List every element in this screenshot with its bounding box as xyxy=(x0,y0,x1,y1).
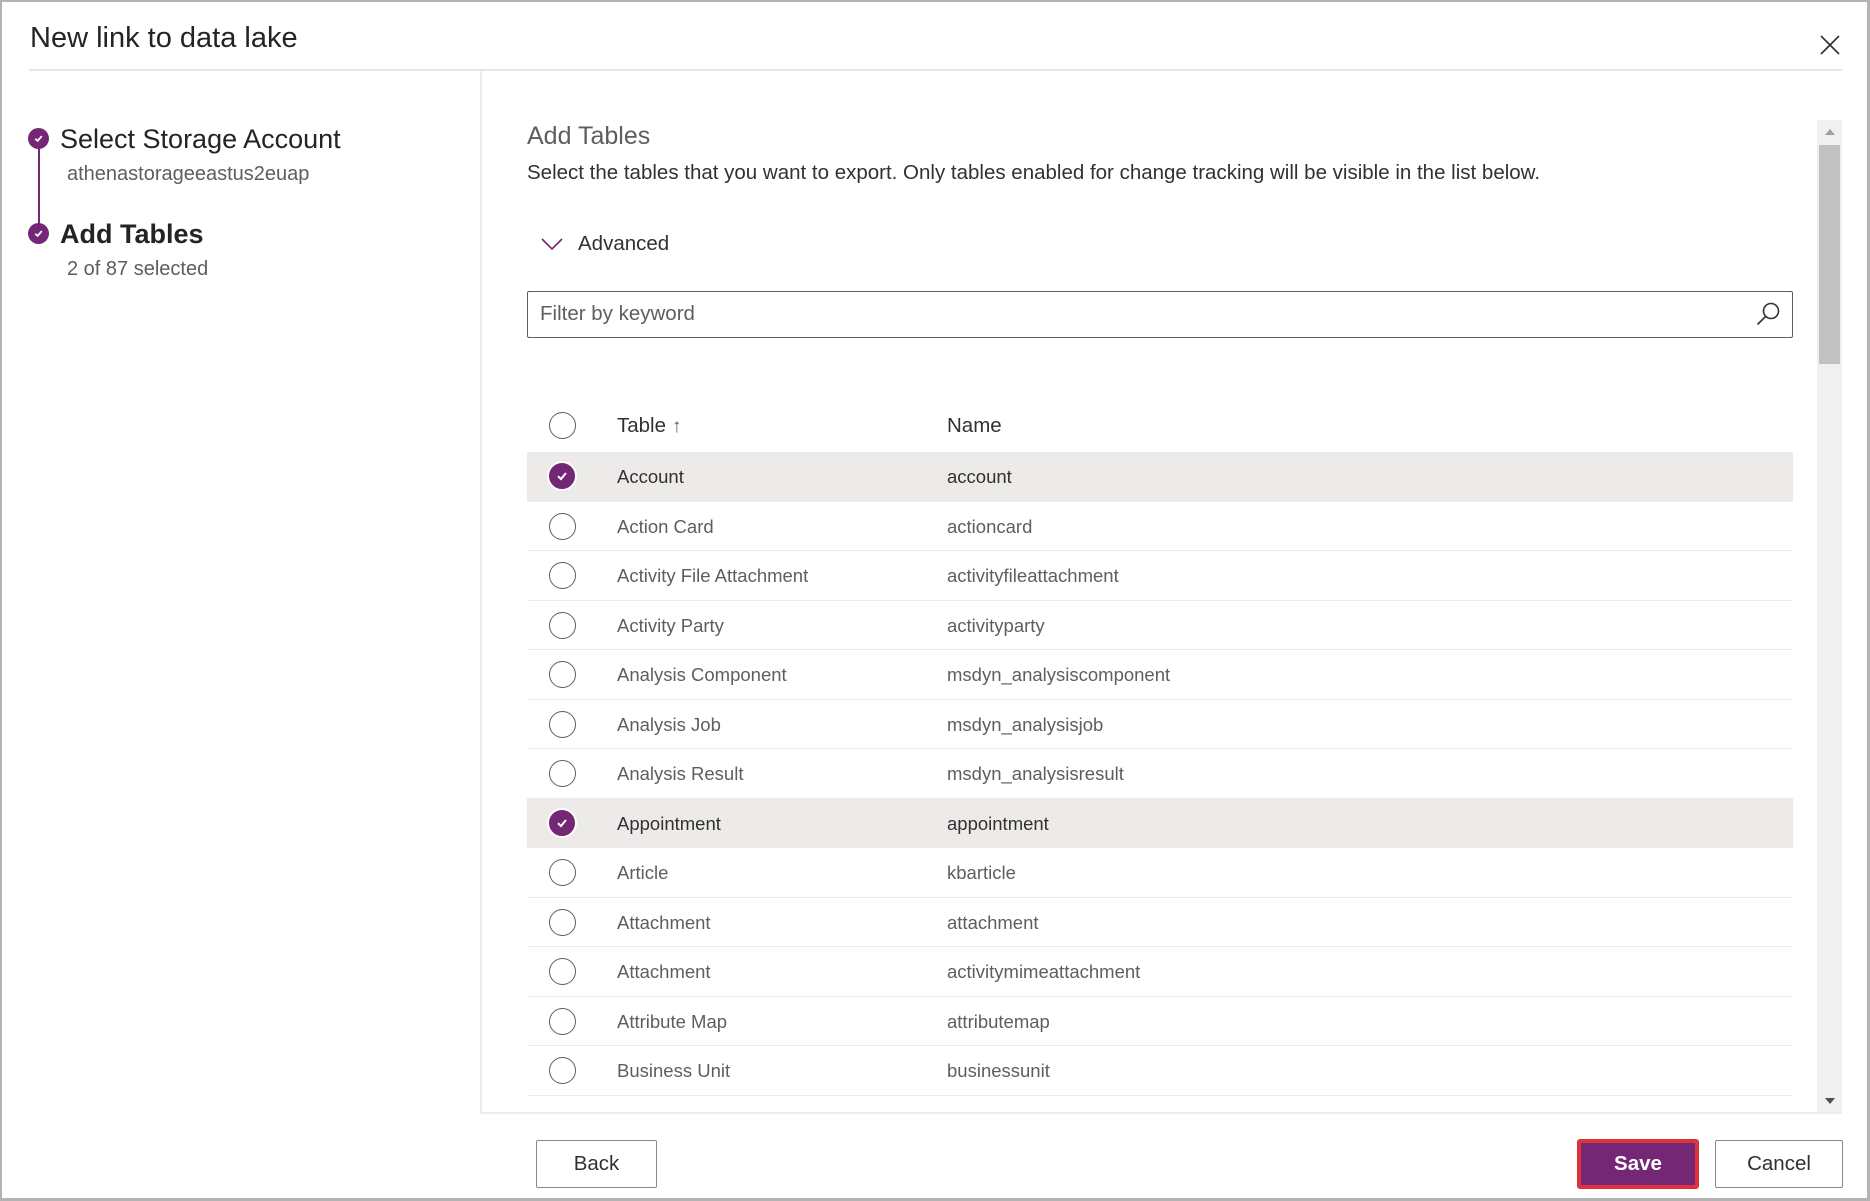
row-checkbox[interactable] xyxy=(549,1007,576,1035)
cell-table-logical-name: attachment xyxy=(947,911,1039,933)
step-complete-icon xyxy=(28,223,49,244)
cell-table-display-name: Attribute Map xyxy=(617,1010,728,1032)
filter-box xyxy=(527,291,1793,338)
table-row[interactable]: Account account xyxy=(527,452,1793,502)
cell-table-display-name: Analysis Job xyxy=(617,713,721,735)
search-icon xyxy=(1756,302,1780,326)
cancel-button[interactable]: Cancel xyxy=(1715,1140,1843,1188)
table-row[interactable]: Activity Party activityparty xyxy=(527,601,1793,650)
select-all-checkbox[interactable] xyxy=(549,412,576,439)
search-button[interactable] xyxy=(1754,300,1782,328)
row-checkbox[interactable] xyxy=(549,661,576,688)
row-checkbox[interactable] xyxy=(549,710,576,738)
row-checkbox[interactable] xyxy=(549,958,576,985)
step-storage-account-value: athenastorageeastus2euap xyxy=(67,163,310,185)
scroll-down-button[interactable] xyxy=(1817,1089,1842,1113)
cell-table-logical-name: msdyn_analysiscomponent xyxy=(947,664,1171,685)
chevron-down-icon xyxy=(541,238,563,251)
cell-table-logical-name: attributemap xyxy=(947,1010,1050,1032)
scrollbar-thumb[interactable] xyxy=(1819,145,1840,364)
step-complete-icon xyxy=(28,128,49,149)
cell-table-logical-name: activityfileattachment xyxy=(947,565,1119,586)
checkmark-icon xyxy=(557,472,567,481)
cell-table-logical-name: kbarticle xyxy=(947,862,1016,883)
row-checkbox[interactable] xyxy=(549,760,576,787)
cell-table-logical-name: businessunit xyxy=(947,1060,1050,1081)
section-title: Add Tables xyxy=(527,122,651,150)
section-description: Select the tables that you want to expor… xyxy=(527,161,1541,184)
grid-rows: Account account Action Card actioncard Activ… xyxy=(527,452,1793,1096)
cell-table-display-name: Action Card xyxy=(617,515,714,537)
table-row[interactable]: Activity File Attachment activityfileatta… xyxy=(527,551,1793,601)
table-row[interactable]: Article kbarticle xyxy=(527,848,1793,898)
back-button[interactable]: Back xyxy=(536,1140,657,1188)
cell-table-logical-name: account xyxy=(947,466,1012,487)
filter-input[interactable] xyxy=(528,292,1718,336)
cell-table-display-name: Account xyxy=(617,466,684,487)
cell-table-logical-name: msdyn_analysisresult xyxy=(947,763,1124,784)
cell-table-logical-name: activityparty xyxy=(947,614,1045,636)
scroll-up-button[interactable] xyxy=(1817,120,1842,144)
tables-grid: Table ↑ Name Account account Action Card act… xyxy=(527,400,1793,1096)
cell-table-display-name: Article xyxy=(617,862,669,883)
column-header-table-label: Table xyxy=(617,414,667,437)
cell-table-display-name: Activity File Attachment xyxy=(617,565,809,586)
cell-table-logical-name: appointment xyxy=(947,812,1049,834)
table-row[interactable]: Analysis Result msdyn_analysisresult xyxy=(527,749,1793,799)
cell-table-display-name: Appointment xyxy=(617,812,721,834)
header-divider xyxy=(29,69,1842,71)
dialog-title: New link to data lake xyxy=(30,22,298,54)
checkmark-icon xyxy=(557,818,567,827)
step-connector xyxy=(38,147,40,235)
cell-table-display-name: Analysis Result xyxy=(617,763,744,784)
caret-down-icon xyxy=(1824,1098,1835,1104)
nav-divider xyxy=(480,71,482,1113)
close-button[interactable] xyxy=(1817,32,1843,58)
table-row[interactable]: Analysis Component msdyn_analysiscomponen… xyxy=(527,650,1793,700)
cell-table-display-name: Attachment xyxy=(617,911,711,933)
grid-header: Table ↑ Name xyxy=(527,400,1793,452)
cell-table-logical-name: actioncard xyxy=(947,515,1033,537)
table-row[interactable]: Action Card actioncard xyxy=(527,502,1793,551)
cell-table-logical-name: activitymimeattachment xyxy=(947,961,1141,982)
table-row[interactable]: Attribute Map attributemap xyxy=(527,997,1793,1046)
step-select-storage-account[interactable]: Select Storage Account xyxy=(60,124,341,155)
cell-table-display-name: Analysis Component xyxy=(617,664,787,685)
save-button[interactable]: Save xyxy=(1577,1139,1699,1189)
cell-table-display-name: Attachment xyxy=(617,961,711,982)
panel-bottom-divider xyxy=(481,1112,1842,1114)
row-checkbox[interactable] xyxy=(549,859,576,886)
table-row[interactable]: Attachment activitymimeattachment xyxy=(527,947,1793,997)
table-row[interactable]: Attachment attachment xyxy=(527,898,1793,947)
column-header-name[interactable]: Name xyxy=(947,414,1002,438)
row-checkbox[interactable] xyxy=(549,908,576,936)
cell-table-logical-name: msdyn_analysisjob xyxy=(947,713,1104,735)
table-row[interactable]: Business Unit businessunit xyxy=(527,1046,1793,1096)
table-row[interactable]: Analysis Job msdyn_analysisjob xyxy=(527,700,1793,749)
sort-ascending-icon: ↑ xyxy=(672,416,682,437)
advanced-toggle[interactable]: Advanced xyxy=(540,232,669,256)
cell-table-display-name: Activity Party xyxy=(617,614,724,636)
row-checkbox[interactable] xyxy=(549,562,576,589)
advanced-label: Advanced xyxy=(578,232,670,255)
row-checkbox[interactable] xyxy=(549,1057,576,1084)
caret-up-icon xyxy=(1824,129,1835,135)
cell-table-display-name: Business Unit xyxy=(617,1060,731,1081)
row-checkbox[interactable] xyxy=(549,463,575,489)
step-selection-count: 2 of 87 selected xyxy=(67,258,209,280)
row-checkbox[interactable] xyxy=(549,809,575,836)
table-row[interactable]: Appointment appointment xyxy=(527,798,1793,848)
step-add-tables[interactable]: Add Tables xyxy=(60,219,204,250)
close-icon xyxy=(1820,35,1840,55)
scrollbar[interactable] xyxy=(1817,120,1842,1113)
row-checkbox[interactable] xyxy=(549,611,576,639)
row-checkbox[interactable] xyxy=(549,512,576,540)
column-header-table[interactable]: Table ↑ xyxy=(617,414,682,438)
